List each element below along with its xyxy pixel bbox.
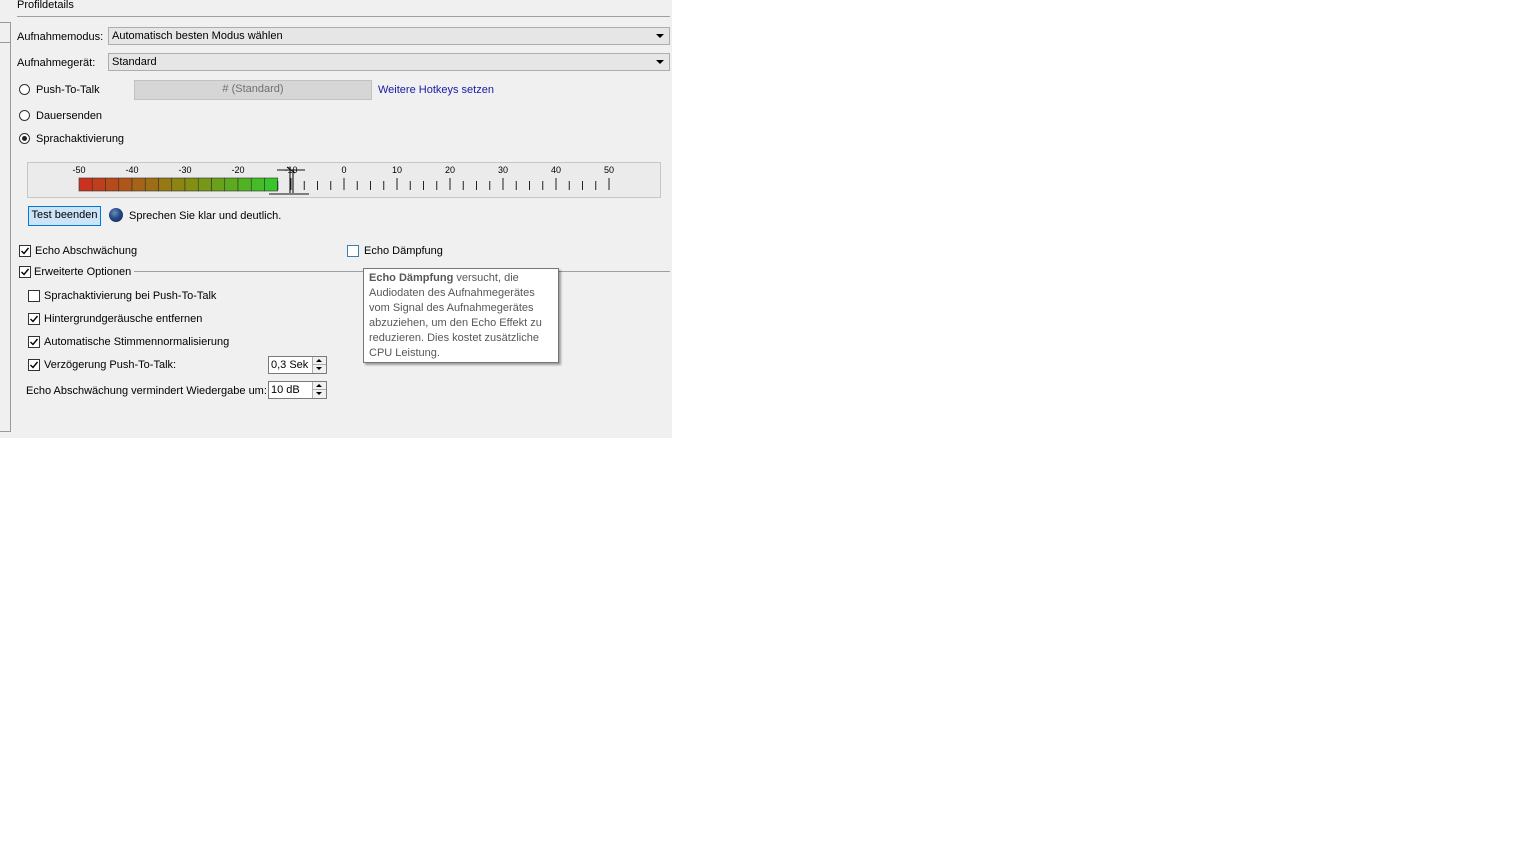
voice-level-meter: -50 -40 -30 -20 -10 0 10 20 30 40 50 bbox=[27, 162, 661, 198]
meter-segment bbox=[184, 177, 199, 192]
arrow-up-icon[interactable] bbox=[316, 359, 322, 362]
scale-label: 40 bbox=[551, 165, 561, 175]
capture-device-value: Standard bbox=[112, 56, 157, 68]
meter-segment bbox=[237, 177, 252, 192]
meter-segment bbox=[197, 177, 212, 192]
scale-label: 50 bbox=[604, 165, 614, 175]
left-strip-divider bbox=[0, 22, 10, 43]
checkmark-icon bbox=[30, 338, 39, 346]
voice-activation-radio[interactable] bbox=[19, 133, 30, 144]
meter-segment bbox=[224, 177, 239, 192]
capture-mode-select[interactable]: Automatisch besten Modus wählen bbox=[108, 27, 670, 45]
meter-segment bbox=[78, 177, 93, 192]
section-divider bbox=[17, 16, 670, 17]
stepper-divider bbox=[313, 389, 326, 390]
advanced-options-label[interactable]: Erweiterte Optionen bbox=[34, 265, 131, 279]
ptt-delay-stepper[interactable] bbox=[312, 357, 326, 373]
push-to-talk-label[interactable]: Push-To-Talk bbox=[36, 83, 100, 97]
scale-label: -50 bbox=[72, 165, 85, 175]
more-hotkeys-link[interactable]: Weitere Hotkeys setzen bbox=[378, 83, 494, 97]
echo-reduction-label[interactable]: Echo Abschwächung bbox=[35, 244, 137, 258]
echo-playback-stepper[interactable] bbox=[312, 382, 326, 398]
scale-label: -20 bbox=[231, 165, 244, 175]
tooltip-title: Echo Dämpfung bbox=[369, 272, 454, 284]
voice-on-ptt-checkbox[interactable] bbox=[28, 290, 40, 302]
ptt-delay-spinbox[interactable]: 0,3 Sek bbox=[268, 356, 327, 374]
auto-normalize-checkbox[interactable] bbox=[28, 336, 40, 348]
ptt-delay-label[interactable]: Verzögerung Push-To-Talk: bbox=[44, 358, 176, 372]
echo-playback-spinbox[interactable]: 10 dB bbox=[268, 381, 327, 399]
meter-segment bbox=[105, 177, 120, 192]
checkmark-icon bbox=[30, 361, 39, 369]
echo-cancellation-tooltip: Echo Dämpfung versucht, die Audiodaten d… bbox=[363, 268, 559, 363]
ptt-delay-value: 0,3 Sek bbox=[271, 359, 309, 371]
advanced-options-checkbox[interactable] bbox=[19, 266, 31, 278]
meter-segment bbox=[131, 177, 146, 192]
ptt-delay-checkbox[interactable] bbox=[28, 359, 40, 371]
auto-normalize-label[interactable]: Automatische Stimmennormalisierung bbox=[44, 335, 229, 349]
chevron-down-icon bbox=[656, 60, 664, 64]
meter-segment bbox=[250, 177, 265, 192]
meter-segment bbox=[171, 177, 186, 192]
continuous-transmission-label[interactable]: Dauersenden bbox=[36, 109, 102, 123]
status-led-icon bbox=[109, 208, 123, 222]
continuous-transmission-radio[interactable] bbox=[19, 110, 30, 121]
level-meter-graphic: -50 -40 -30 -20 -10 0 10 20 30 40 50 bbox=[72, 165, 614, 195]
capture-settings-panel: Profildetails Aufnahmemodus: Automatisch… bbox=[0, 0, 672, 438]
scale-label: 10 bbox=[392, 165, 402, 175]
scale-label: 30 bbox=[498, 165, 508, 175]
capture-mode-value: Automatisch besten Modus wählen bbox=[112, 30, 283, 42]
chevron-down-icon bbox=[656, 34, 664, 38]
meter-segment bbox=[211, 177, 226, 192]
scale-label: -40 bbox=[125, 165, 138, 175]
left-scroll-strip[interactable] bbox=[0, 22, 11, 432]
scale-label: -30 bbox=[178, 165, 191, 175]
push-to-talk-radio[interactable] bbox=[19, 84, 30, 95]
scale-label: 0 bbox=[341, 165, 346, 175]
stop-test-button[interactable]: Test beenden bbox=[28, 206, 101, 226]
stepper-divider bbox=[313, 364, 326, 365]
meter-segment bbox=[91, 177, 106, 192]
remove-noise-label[interactable]: Hintergrundgeräusche entfernen bbox=[44, 312, 202, 326]
echo-playback-label: Echo Abschwächung vermindert Wiedergabe … bbox=[26, 385, 267, 397]
echo-playback-value: 10 dB bbox=[271, 384, 300, 396]
tooltip-text: versucht, die Audiodaten des Aufnahmeger… bbox=[369, 272, 542, 359]
section-title: Profildetails bbox=[17, 0, 74, 11]
hotkey-value: # (Standard) bbox=[222, 83, 284, 95]
capture-device-label: Aufnahmegerät: bbox=[17, 57, 96, 69]
voice-activation-label[interactable]: Sprachaktivierung bbox=[36, 132, 124, 146]
echo-cancellation-label[interactable]: Echo Dämpfung bbox=[364, 244, 443, 258]
stop-test-button-label: Test beenden bbox=[31, 209, 98, 221]
meter-segment bbox=[158, 177, 173, 192]
arrow-down-icon[interactable] bbox=[316, 367, 322, 370]
echo-cancellation-checkbox[interactable] bbox=[347, 245, 359, 257]
capture-mode-label: Aufnahmemodus: bbox=[17, 31, 104, 43]
hotkey-field[interactable]: # (Standard) bbox=[134, 80, 372, 100]
checkmark-icon bbox=[21, 247, 30, 255]
voice-on-ptt-label[interactable]: Sprachaktivierung bei Push-To-Talk bbox=[44, 289, 216, 303]
test-status-text: Sprechen Sie klar und deutlich. bbox=[129, 210, 282, 222]
arrow-up-icon[interactable] bbox=[316, 384, 322, 387]
echo-reduction-checkbox[interactable] bbox=[19, 245, 31, 257]
checkmark-icon bbox=[30, 315, 39, 323]
remove-noise-checkbox[interactable] bbox=[28, 313, 40, 325]
checkmark-icon bbox=[21, 268, 30, 276]
meter-segment bbox=[264, 177, 279, 192]
capture-device-select[interactable]: Standard bbox=[108, 53, 670, 71]
meter-segment bbox=[144, 177, 159, 192]
scale-label: 20 bbox=[445, 165, 455, 175]
meter-segment bbox=[118, 177, 133, 192]
arrow-down-icon[interactable] bbox=[316, 392, 322, 395]
